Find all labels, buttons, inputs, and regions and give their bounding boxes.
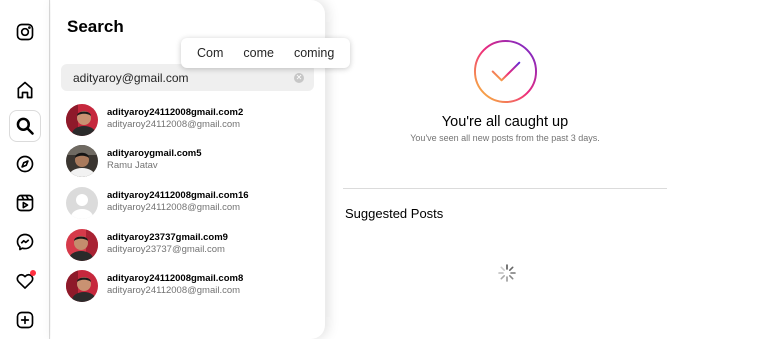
result-username: adityaroy23737gmail.com9: [107, 232, 228, 243]
suggested-posts-heading: Suggested Posts: [345, 206, 444, 221]
sidebar-rail: [0, 0, 50, 339]
search-icon: [16, 117, 34, 135]
suggestion-item[interactable]: Com: [187, 46, 233, 60]
home-icon: [17, 81, 33, 99]
search-button[interactable]: [9, 110, 41, 142]
result-subtitle: adityaroy24112008@gmail.com: [107, 119, 241, 130]
result-username: adityaroy24112008gmail.com16: [107, 190, 249, 201]
avatar: [66, 145, 98, 177]
search-input[interactable]: [61, 64, 286, 91]
result-subtitle: adityaroy24112008@gmail.com: [107, 202, 241, 213]
avatar: [66, 104, 98, 136]
divider: [343, 188, 667, 189]
clear-icon[interactable]: ✕: [294, 73, 304, 83]
reels-icon: [16, 194, 34, 212]
explore-button[interactable]: [9, 148, 41, 180]
instagram-logo-button[interactable]: [9, 16, 41, 48]
result-username: adityaroy24112008gmail.com2: [107, 107, 244, 118]
search-result[interactable]: adityaroy23737gmail.com9 adityaroy23737@…: [66, 229, 316, 263]
create-plus-icon: [16, 311, 34, 329]
avatar: [66, 229, 98, 261]
home-button[interactable]: [9, 74, 41, 106]
search-panel-title: Search: [67, 17, 124, 36]
result-text: adityaroy24112008gmail.com8 adityaroy241…: [107, 273, 243, 296]
messenger-button[interactable]: [9, 226, 41, 258]
instagram-icon: [16, 23, 34, 41]
result-text: adityaroy24112008gmail.com2 adityaroy241…: [107, 107, 243, 130]
search-box[interactable]: ✕: [61, 64, 314, 91]
result-username: adityaroygmail.com5: [107, 148, 202, 159]
search-result[interactable]: adityaroy24112008gmail.com16 adityaroy24…: [66, 187, 316, 221]
result-text: adityaroy24112008gmail.com16 adityaroy24…: [107, 190, 249, 213]
autocomplete-suggestions: Com come coming: [181, 38, 351, 68]
loading-spinner-icon: [498, 264, 516, 282]
result-text: adityaroygmail.com5 Ramu Jatav: [107, 148, 202, 171]
avatar: [66, 270, 98, 302]
result-subtitle: adityaroy24112008@gmail.com: [107, 285, 241, 296]
explore-icon: [16, 155, 34, 173]
result-subtitle: Ramu Jatav: [107, 160, 158, 171]
suggestion-item[interactable]: come: [233, 46, 284, 60]
caught-up-check-icon: [473, 39, 538, 104]
notifications-button[interactable]: [9, 265, 41, 297]
notification-badge: [30, 270, 36, 276]
search-result[interactable]: adityaroygmail.com5 Ramu Jatav: [66, 145, 316, 179]
caught-up-title: You're all caught up: [441, 114, 569, 130]
default-avatar-icon: [66, 187, 98, 219]
search-result[interactable]: adityaroy24112008gmail.com2 adityaroy241…: [66, 104, 316, 138]
reels-button[interactable]: [9, 187, 41, 219]
search-result[interactable]: adityaroy24112008gmail.com8 adityaroy241…: [66, 270, 316, 304]
result-username: adityaroy24112008gmail.com8: [107, 273, 244, 284]
result-text: adityaroy23737gmail.com9 adityaroy23737@…: [107, 232, 228, 255]
messenger-icon: [16, 233, 34, 251]
create-button[interactable]: [9, 304, 41, 336]
caught-up-subtitle: You've seen all new posts from the past …: [410, 133, 600, 143]
suggestion-item[interactable]: coming: [284, 46, 344, 60]
result-subtitle: adityaroy23737@gmail.com: [107, 244, 225, 255]
